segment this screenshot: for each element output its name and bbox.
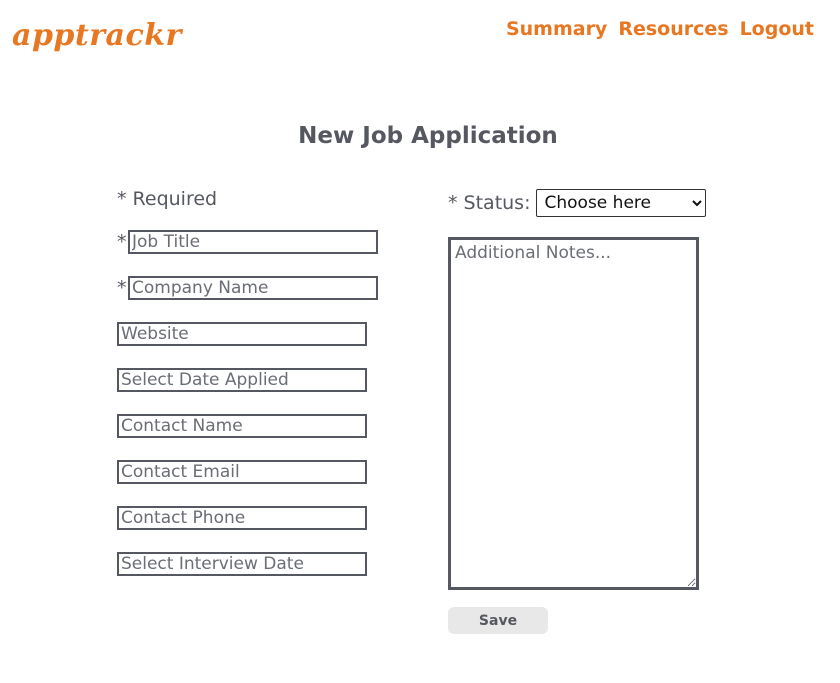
status-row: * Status: Choose here bbox=[448, 189, 706, 217]
required-marker: * bbox=[117, 231, 127, 253]
page-title: New Job Application bbox=[298, 123, 558, 149]
contact-email-row bbox=[117, 460, 367, 484]
date-applied-input[interactable] bbox=[117, 368, 367, 392]
required-note: * Required bbox=[117, 188, 218, 210]
save-button[interactable]: Save bbox=[448, 607, 548, 634]
company-name-input[interactable] bbox=[128, 276, 378, 300]
contact-name-input[interactable] bbox=[117, 414, 367, 438]
website-input[interactable] bbox=[117, 322, 367, 346]
top-nav: Summary Resources Logout bbox=[506, 16, 814, 42]
contact-email-input[interactable] bbox=[117, 460, 367, 484]
contact-phone-row bbox=[117, 506, 367, 530]
contact-name-row bbox=[117, 414, 367, 438]
nav-link-resources[interactable]: Resources bbox=[618, 16, 728, 42]
interview-date-row bbox=[117, 552, 367, 576]
job-title-input[interactable] bbox=[128, 230, 378, 254]
additional-notes-textarea[interactable] bbox=[448, 237, 699, 590]
company-name-row: * bbox=[117, 276, 378, 300]
status-select[interactable]: Choose here bbox=[535, 189, 706, 217]
date-applied-row bbox=[117, 368, 367, 392]
job-title-row: * bbox=[117, 230, 378, 254]
nav-link-logout[interactable]: Logout bbox=[740, 16, 814, 42]
website-row bbox=[117, 322, 367, 346]
contact-phone-input[interactable] bbox=[117, 506, 367, 530]
interview-date-input[interactable] bbox=[117, 552, 367, 576]
required-marker: * bbox=[117, 277, 127, 299]
status-label: * Status: bbox=[448, 192, 531, 214]
app-logo[interactable]: apptrackr bbox=[12, 14, 182, 58]
nav-link-summary[interactable]: Summary bbox=[506, 16, 607, 42]
